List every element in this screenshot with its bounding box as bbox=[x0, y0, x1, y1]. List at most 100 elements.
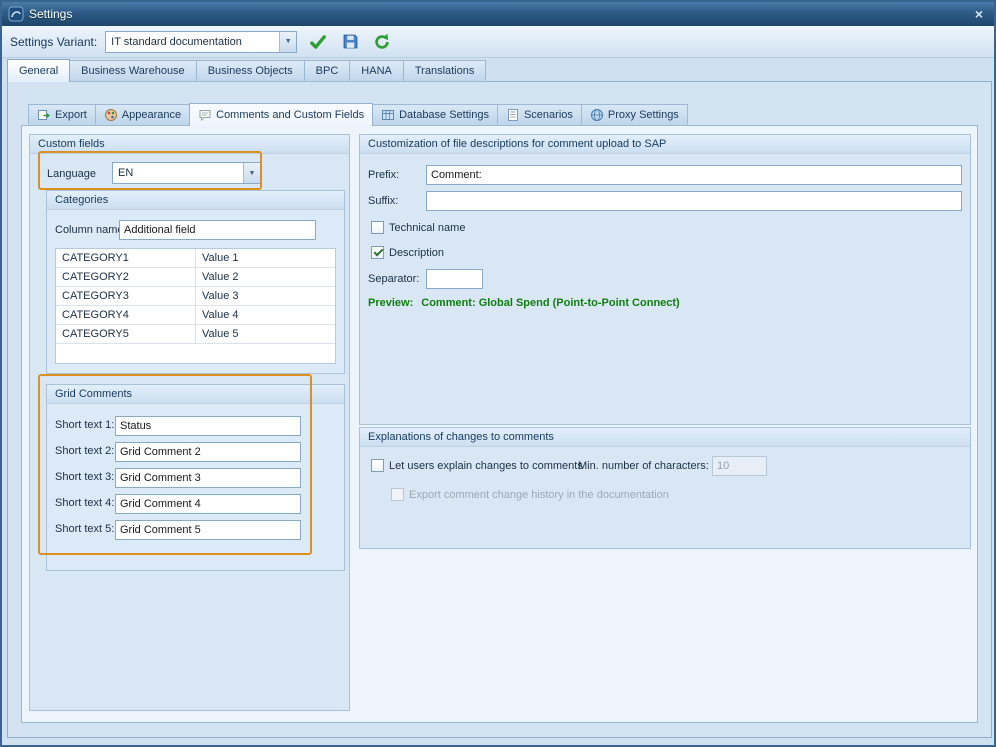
refresh-icon[interactable] bbox=[371, 31, 393, 53]
globe-icon bbox=[590, 108, 604, 122]
technical-name-label: Technical name bbox=[389, 222, 465, 234]
custom-fields-group: Custom fields Language EN ▼ Categories C… bbox=[29, 134, 350, 711]
table-row[interactable]: CATEGORY4 Value 4 bbox=[56, 306, 335, 325]
export-icon bbox=[37, 108, 51, 122]
let-users-explain-label: Let users explain changes to comments bbox=[389, 460, 583, 472]
short-text-4-label: Short text 4: bbox=[55, 497, 114, 509]
table-row[interactable]: CATEGORY3 Value 3 bbox=[56, 287, 335, 306]
separator-input[interactable] bbox=[426, 269, 483, 289]
outer-tab-bar: General Business Warehouse Business Obje… bbox=[8, 59, 486, 82]
grid-comments-group: Grid Comments Short text 1: Short text 2… bbox=[46, 384, 345, 571]
language-dropdown[interactable]: EN ▼ bbox=[112, 162, 261, 184]
inner-tab-bar: Export Appearance Comments and Custom bbox=[29, 103, 688, 126]
sap-customization-group: Customization of file descriptions for c… bbox=[359, 134, 971, 425]
let-users-explain-checkbox[interactable] bbox=[371, 459, 384, 472]
tab-comments-and-custom-fields[interactable]: Comments and Custom Fields bbox=[189, 103, 373, 126]
tab-scenarios[interactable]: Scenarios bbox=[497, 104, 582, 126]
min-chars-label: Min. number of characters: bbox=[578, 460, 709, 472]
tab-general[interactable]: General bbox=[7, 59, 70, 82]
short-text-2-input[interactable] bbox=[115, 442, 301, 462]
tab-business-objects[interactable]: Business Objects bbox=[196, 60, 305, 82]
column-name-label: Column name: bbox=[55, 224, 127, 236]
chevron-down-icon[interactable]: ▼ bbox=[243, 163, 260, 183]
category-key-cell: CATEGORY2 bbox=[56, 268, 196, 286]
language-label: Language bbox=[47, 168, 96, 180]
close-icon[interactable]: × bbox=[970, 6, 988, 22]
save-button[interactable] bbox=[339, 31, 361, 53]
preview-line: Preview: Comment: Global Spend (Point-to-… bbox=[368, 297, 680, 309]
tab-scenarios-label: Scenarios bbox=[524, 109, 573, 121]
tab-database-settings-label: Database Settings bbox=[399, 109, 489, 121]
preview-value: Comment: Global Spend (Point-to-Point Co… bbox=[421, 297, 679, 309]
preview-label: Preview: bbox=[368, 297, 413, 309]
tab-database-settings[interactable]: Database Settings bbox=[372, 104, 498, 126]
category-value-cell: Value 5 bbox=[196, 325, 335, 343]
category-key-cell: CATEGORY1 bbox=[56, 249, 196, 267]
settings-variant-label: Settings Variant: bbox=[10, 35, 97, 49]
tab-bpc[interactable]: BPC bbox=[304, 60, 351, 82]
tab-business-warehouse[interactable]: Business Warehouse bbox=[69, 60, 197, 82]
suffix-input[interactable] bbox=[426, 191, 962, 211]
settings-window: Settings × Settings Variant: IT standard… bbox=[0, 0, 996, 747]
list-icon bbox=[506, 108, 520, 122]
suffix-label: Suffix: bbox=[368, 195, 398, 207]
categories-group: Categories Column name: CATEGORY1 Value … bbox=[46, 190, 345, 374]
sap-customization-title: Customization of file descriptions for c… bbox=[360, 135, 970, 154]
categories-title: Categories bbox=[47, 191, 344, 210]
toolbar: Settings Variant: IT standard documentat… bbox=[2, 26, 994, 58]
prefix-input[interactable] bbox=[426, 165, 962, 185]
grid-comments-title: Grid Comments bbox=[47, 385, 344, 404]
short-text-3-input[interactable] bbox=[115, 468, 301, 488]
category-value-cell: Value 3 bbox=[196, 287, 335, 305]
category-key-cell: CATEGORY4 bbox=[56, 306, 196, 324]
separator-label: Separator: bbox=[368, 273, 419, 285]
tab-proxy-settings-label: Proxy Settings bbox=[608, 109, 679, 121]
export-history-label: Export comment change history in the doc… bbox=[409, 489, 669, 501]
titlebar: Settings × bbox=[2, 2, 994, 26]
tab-export[interactable]: Export bbox=[28, 104, 96, 126]
tab-appearance-label: Appearance bbox=[122, 109, 181, 121]
min-chars-input bbox=[712, 456, 767, 476]
window-title: Settings bbox=[29, 7, 72, 21]
chevron-down-icon[interactable]: ▼ bbox=[279, 32, 296, 52]
tab-export-label: Export bbox=[55, 109, 87, 121]
tab-appearance[interactable]: Appearance bbox=[95, 104, 190, 126]
category-value-cell: Value 4 bbox=[196, 306, 335, 324]
category-value-cell: Value 1 bbox=[196, 249, 335, 267]
technical-name-checkbox[interactable] bbox=[371, 221, 384, 234]
settings-variant-dropdown[interactable]: IT standard documentation ▼ bbox=[105, 31, 297, 53]
database-icon bbox=[381, 108, 395, 122]
language-value: EN bbox=[113, 167, 243, 179]
categories-table: CATEGORY1 Value 1 CATEGORY2 Value 2 CATE… bbox=[55, 248, 336, 364]
short-text-1-input[interactable] bbox=[115, 416, 301, 436]
description-label: Description bbox=[389, 247, 444, 259]
table-empty-row bbox=[56, 344, 335, 364]
export-history-checkbox bbox=[391, 488, 404, 501]
comment-icon bbox=[198, 108, 212, 122]
category-value-cell: Value 2 bbox=[196, 268, 335, 286]
short-text-5-label: Short text 5: bbox=[55, 523, 114, 535]
tab-hana[interactable]: HANA bbox=[349, 60, 404, 82]
app-icon bbox=[8, 6, 24, 22]
settings-variant-value: IT standard documentation bbox=[106, 36, 279, 48]
custom-fields-title: Custom fields bbox=[30, 135, 349, 154]
table-row[interactable]: CATEGORY2 Value 2 bbox=[56, 268, 335, 287]
category-key-cell: CATEGORY5 bbox=[56, 325, 196, 343]
tab-proxy-settings[interactable]: Proxy Settings bbox=[581, 104, 688, 126]
table-row[interactable]: CATEGORY5 Value 5 bbox=[56, 325, 335, 344]
short-text-3-label: Short text 3: bbox=[55, 471, 114, 483]
column-name-input[interactable] bbox=[119, 220, 316, 240]
short-text-4-input[interactable] bbox=[115, 494, 301, 514]
explanations-group: Explanations of changes to comments Let … bbox=[359, 427, 971, 549]
apply-button[interactable] bbox=[307, 31, 329, 53]
description-checkbox[interactable] bbox=[371, 246, 384, 259]
prefix-label: Prefix: bbox=[368, 169, 399, 181]
short-text-1-label: Short text 1: bbox=[55, 419, 114, 431]
short-text-2-label: Short text 2: bbox=[55, 445, 114, 457]
category-key-cell: CATEGORY3 bbox=[56, 287, 196, 305]
table-row[interactable]: CATEGORY1 Value 1 bbox=[56, 249, 335, 268]
palette-icon bbox=[104, 108, 118, 122]
short-text-5-input[interactable] bbox=[115, 520, 301, 540]
tab-translations[interactable]: Translations bbox=[403, 60, 487, 82]
tab-comments-label: Comments and Custom Fields bbox=[216, 109, 364, 121]
